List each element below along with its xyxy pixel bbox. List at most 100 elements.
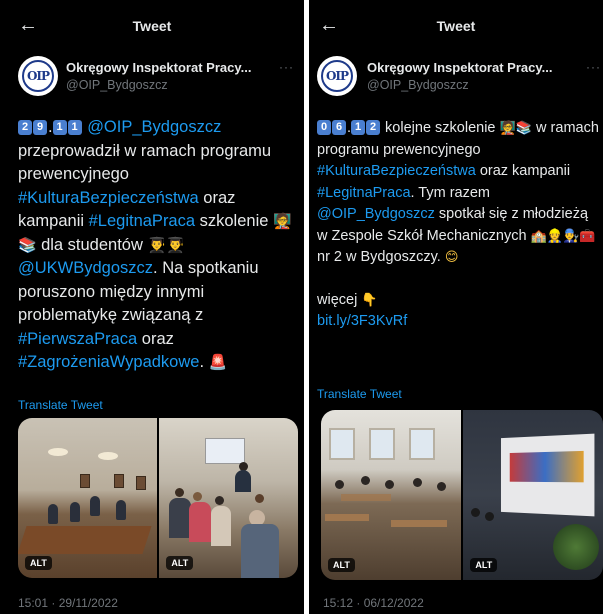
head-shape <box>471 508 480 517</box>
chandelier-shape <box>48 448 68 456</box>
teacher-books-emoji-icon: 🧑‍🏫📚 <box>500 121 533 136</box>
author-name[interactable]: Okręgowy Inspektorat Pracy... <box>66 60 251 75</box>
chandelier-shape <box>98 452 118 460</box>
tweet-timestamp[interactable]: 15:12 · 06/12/2022 <box>323 596 424 610</box>
head-shape <box>335 480 344 489</box>
tweet-photo[interactable]: ALT <box>159 418 298 578</box>
point-down-emoji-icon: 👇 <box>361 293 377 308</box>
person-shape <box>189 502 211 542</box>
translate-tweet-link[interactable]: Translate Tweet <box>18 398 103 412</box>
alt-badge[interactable]: ALT <box>328 558 355 572</box>
keycap-digit: 1 <box>68 120 82 135</box>
oip-logo-icon: OIP <box>22 60 54 92</box>
hashtag-link[interactable]: #PierwszaPraca <box>18 330 137 348</box>
head-shape <box>385 480 394 489</box>
student-emoji-icon: 👨‍🎓👨‍🎓 <box>147 236 184 254</box>
tweet-text-segment: przeprowadził w ramach programu prewency… <box>18 142 271 184</box>
desk-shape <box>341 494 391 501</box>
page-title: Tweet <box>309 18 603 34</box>
tweet-panel-left: ← Tweet OIP Okręgowy Inspektorat Pracy..… <box>0 0 304 614</box>
person-shape <box>48 504 58 524</box>
tweet-text-segment: . Tym razem <box>411 185 491 201</box>
mention-link[interactable]: @OIP_Bydgoszcz <box>317 206 435 222</box>
hashtag-link[interactable]: #LegitnaPraca <box>317 185 411 201</box>
person-shape <box>90 496 100 516</box>
paragraph-break <box>317 269 599 290</box>
tweet-photo[interactable]: ALT <box>463 410 603 580</box>
keycap-digit: 9 <box>33 120 47 135</box>
external-link[interactable]: bit.ly/3F3KvRf <box>317 313 407 329</box>
projector-screen-shape <box>501 434 594 517</box>
author-handle[interactable]: @OIP_Bydgoszcz <box>66 78 168 92</box>
alt-badge[interactable]: ALT <box>470 558 497 572</box>
tweet-text: 06.12 kolejne szkolenie 🧑‍🏫📚 w ramach pr… <box>317 118 599 333</box>
head-shape <box>361 476 370 485</box>
mention-link[interactable]: @UKWBydgoszcz <box>18 259 153 277</box>
person-shape <box>116 500 126 520</box>
tweet-media: ALT ALT <box>321 410 603 580</box>
head-shape <box>255 494 264 503</box>
more-options-icon[interactable]: ··· <box>586 60 601 74</box>
tweet-photo[interactable]: ALT <box>321 410 461 580</box>
more-options-icon[interactable]: ··· <box>279 60 294 74</box>
head-shape <box>437 482 446 491</box>
tweet-text-segment: szkolenie <box>195 212 273 230</box>
hashtag-link[interactable]: #ZagrożeniaWypadkowe <box>18 353 199 371</box>
head-shape <box>193 492 202 501</box>
person-shape <box>70 502 80 522</box>
keycap-digit: 0 <box>317 120 331 135</box>
smile-emoji-icon: 😊 <box>445 250 459 265</box>
projector-screen-shape <box>205 438 245 464</box>
plant-shape <box>553 524 599 570</box>
siren-emoji-icon: 🚨 <box>209 353 227 371</box>
window-shape <box>369 428 395 460</box>
tweet-text-segment: dla studentów <box>36 236 147 254</box>
tweet-text: 29.11 @OIP_Bydgoszcz przeprowadził w ram… <box>18 116 298 375</box>
window-shape <box>329 428 355 460</box>
wall-picture-shape <box>80 474 90 488</box>
tweet-text-segment: nr 2 w Bydgoszczy. <box>317 249 445 265</box>
tweet-timestamp[interactable]: 15:01 · 29/11/2022 <box>18 596 118 610</box>
tweet-text-segment: oraz kampanii <box>476 163 570 179</box>
tweet-text-segment: kolejne szkolenie <box>381 120 500 136</box>
alt-badge[interactable]: ALT <box>25 556 52 570</box>
person-shape <box>211 506 231 546</box>
tweet-topbar: ← Tweet <box>309 0 603 52</box>
tweet-text-segment: . <box>199 353 208 371</box>
keycap-digit: 2 <box>366 120 380 135</box>
window-shape <box>409 428 435 460</box>
keycap-digit: 6 <box>332 120 346 135</box>
tweet-text-segment: oraz <box>137 330 174 348</box>
translate-tweet-link[interactable]: Translate Tweet <box>317 387 402 401</box>
tweet-media: ALT ALT <box>18 418 298 578</box>
date-separator: . <box>48 118 53 136</box>
mention-link[interactable]: @OIP_Bydgoszcz <box>87 118 221 136</box>
keycap-digit: 1 <box>53 120 67 135</box>
more-label: więcej <box>317 292 361 308</box>
keycap-digit: 1 <box>351 120 365 135</box>
head-shape <box>413 478 422 487</box>
head-shape <box>215 496 224 505</box>
person-shape <box>169 498 191 538</box>
alt-badge[interactable]: ALT <box>166 556 193 570</box>
wall-picture-shape <box>136 476 146 490</box>
oip-logo-icon: OIP <box>321 60 353 92</box>
tweet-photo[interactable]: ALT <box>18 418 157 578</box>
person-shape <box>241 524 279 578</box>
hashtag-link[interactable]: #LegitnaPraca <box>89 212 195 230</box>
avatar[interactable]: OIP <box>317 56 357 96</box>
avatar[interactable]: OIP <box>18 56 58 96</box>
hashtag-link[interactable]: #KulturaBezpieczeństwa <box>18 189 199 207</box>
author-handle[interactable]: @OIP_Bydgoszcz <box>367 78 469 92</box>
tweet-author-header: OIP Okręgowy Inspektorat Pracy... @OIP_B… <box>0 52 304 112</box>
tweet-panel-right: ← Tweet OIP Okręgowy Inspektorat Pracy..… <box>309 0 603 614</box>
author-name[interactable]: Okręgowy Inspektorat Pracy... <box>367 60 552 75</box>
keycap-digit: 2 <box>18 120 32 135</box>
head-shape <box>485 512 494 521</box>
tweet-author-header: OIP Okręgowy Inspektorat Pracy... @OIP_B… <box>309 52 603 112</box>
hashtag-link[interactable]: #KulturaBezpieczeństwa <box>317 163 476 179</box>
wall-picture-shape <box>114 474 124 488</box>
head-shape <box>175 488 184 497</box>
desk-shape <box>325 514 369 521</box>
school-workers-emoji-icon: 🏫👷👨‍🔧🧰 <box>531 229 596 244</box>
